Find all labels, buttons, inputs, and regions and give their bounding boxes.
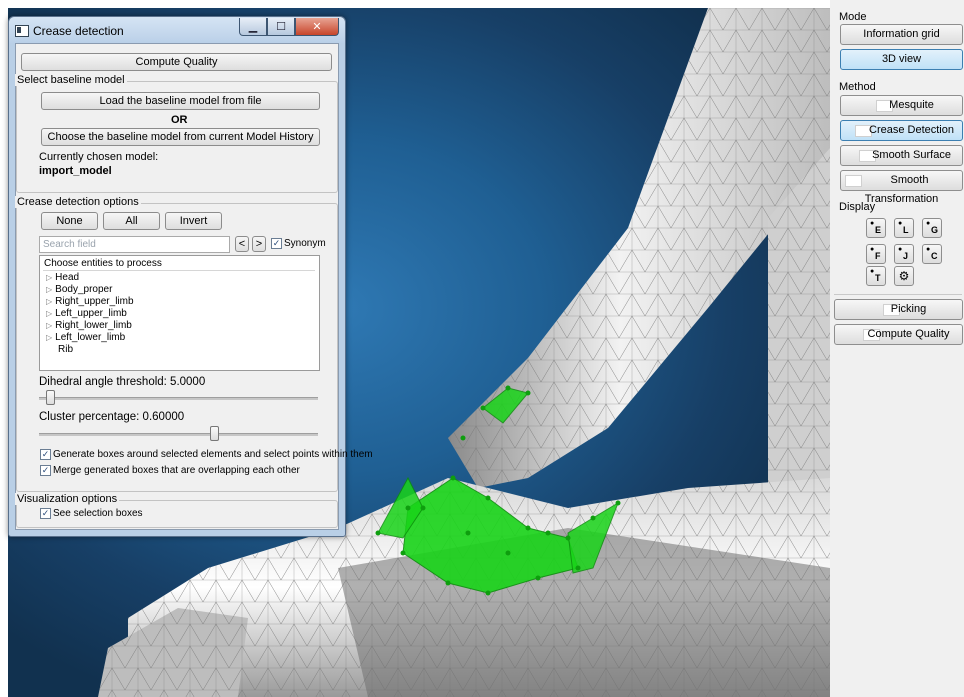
see-boxes-label: See selection boxes — [53, 508, 143, 519]
panel-divider — [834, 294, 962, 295]
expand-arrow-icon[interactable]: ▷ — [46, 309, 52, 318]
smooth-transformation-button[interactable]: Smooth Transformation — [840, 170, 963, 205]
choose-history-button[interactable]: Choose the baseline model from current M… — [41, 128, 320, 146]
compute-quality-panel-button[interactable]: Compute Quality — [834, 324, 963, 345]
display-g-button[interactable]: ● G — [922, 218, 942, 238]
see-boxes-checkbox[interactable]: ✓ — [40, 508, 51, 519]
gear-icon: ⚙ — [898, 269, 910, 283]
dialog-titlebar[interactable]: Crease detection ▁ ☐ ✕ — [9, 17, 345, 43]
mode-label: Mode — [839, 11, 867, 23]
merge-boxes-label: Merge generated boxes that are overlappi… — [53, 465, 300, 476]
window-app-icon — [15, 25, 29, 37]
tree-item-rib[interactable]: Rib — [58, 344, 73, 355]
display-label: Display — [839, 201, 876, 213]
search-next-button[interactable]: > — [252, 236, 266, 252]
options-group-title: Crease detection options — [15, 196, 141, 208]
mesquite-button[interactable]: Mesquite — [840, 95, 963, 116]
entities-tree[interactable]: Choose entities to process ▷ Head ▷ Body_p… — [39, 255, 320, 371]
display-c-button[interactable]: ● C — [922, 244, 942, 264]
visualization-group-title: Visualization options — [15, 493, 120, 505]
search-prev-button[interactable]: < — [235, 236, 249, 252]
chosen-model-label: Currently chosen model: — [39, 151, 159, 163]
smooth-surface-button[interactable]: Smooth Surface — [840, 145, 963, 166]
cluster-slider-track[interactable] — [39, 433, 318, 436]
tree-item-body-proper[interactable]: ▷ Body_proper — [46, 284, 112, 295]
select-all-button[interactable]: All — [103, 212, 160, 230]
load-baseline-button[interactable]: Load the baseline model from file — [41, 92, 320, 110]
compute-quality-button[interactable]: Compute Quality — [21, 53, 332, 71]
display-toggle-icon: ● — [898, 246, 903, 253]
invert-button[interactable]: Invert — [165, 212, 222, 230]
minimize-button[interactable]: ▁ — [239, 18, 267, 36]
display-toggle-icon: ● — [870, 220, 875, 227]
maximize-icon: ☐ — [276, 21, 286, 33]
display-toggle-icon: ● — [870, 246, 875, 253]
information-grid-button[interactable]: Information grid — [840, 24, 963, 45]
display-toggle-icon: ● — [926, 220, 931, 227]
crease-detection-button[interactable]: Crease Detection — [840, 120, 963, 141]
dihedral-slider-track[interactable] — [39, 397, 318, 400]
display-t-button[interactable]: ● T — [866, 266, 886, 286]
cluster-slider-handle[interactable] — [210, 426, 219, 441]
display-e-button[interactable]: ● E — [866, 218, 886, 238]
method-label: Method — [839, 81, 876, 93]
tree-item-right-upper-limb[interactable]: ▷ Right_upper_limb — [46, 296, 134, 307]
baseline-group-title: Select baseline model — [15, 74, 127, 86]
dihedral-slider-handle[interactable] — [46, 390, 55, 405]
or-label: OR — [171, 114, 188, 126]
expand-arrow-icon[interactable]: ▷ — [46, 333, 52, 342]
generate-boxes-checkbox[interactable]: ✓ — [40, 449, 51, 460]
synonym-checkbox[interactable]: ✓ — [271, 238, 282, 249]
display-toggle-icon: ● — [898, 220, 903, 227]
right-control-panel: Mode Information grid 3D view Method Mes… — [830, 0, 964, 697]
display-l-button[interactable]: ● L — [894, 218, 914, 238]
display-toggle-icon: ● — [870, 268, 875, 275]
expand-arrow-icon[interactable]: ▷ — [46, 297, 52, 306]
picking-button[interactable]: Picking — [834, 299, 963, 320]
expand-arrow-icon[interactable]: ▷ — [46, 273, 52, 282]
close-button[interactable]: ✕ — [295, 18, 339, 36]
tree-item-left-upper-limb[interactable]: ▷ Left_upper_limb — [46, 308, 127, 319]
generate-boxes-label: Generate boxes around selected elements … — [53, 449, 373, 460]
select-none-button[interactable]: None — [41, 212, 98, 230]
method-preview-icon — [845, 175, 862, 187]
dialog-body: Compute Quality Select baseline model Lo… — [15, 43, 373, 530]
display-j-button[interactable]: ● J — [894, 244, 914, 264]
display-toggle-icon: ● — [926, 246, 931, 253]
expand-arrow-icon[interactable]: ▷ — [46, 321, 52, 330]
display-settings-button[interactable]: ⚙ — [894, 266, 914, 286]
entities-header: Choose entities to process — [44, 258, 162, 269]
chosen-model-value: import_model — [39, 165, 112, 177]
merge-boxes-checkbox[interactable]: ✓ — [40, 465, 51, 476]
cluster-label: Cluster percentage: 0.60000 — [39, 411, 185, 423]
tree-item-right-lower-limb[interactable]: ▷ Right_lower_limb — [46, 320, 132, 331]
dialog-title: Crease detection — [33, 24, 124, 38]
minimize-icon: ▁ — [248, 21, 258, 33]
tree-item-left-lower-limb[interactable]: ▷ Left_lower_limb — [46, 332, 125, 343]
crease-detection-dialog: Crease detection ▁ ☐ ✕ Compute Quality S… — [8, 16, 373, 537]
synonym-label: Synonym — [284, 238, 326, 249]
tree-item-head[interactable]: ▷ Head — [46, 272, 79, 283]
dihedral-label: Dihedral angle threshold: 5.0000 — [39, 376, 206, 388]
3d-view-button[interactable]: 3D view — [840, 49, 963, 70]
maximize-button[interactable]: ☐ — [267, 18, 295, 36]
close-icon: ✕ — [312, 21, 322, 33]
expand-arrow-icon[interactable]: ▷ — [46, 285, 52, 294]
search-input[interactable]: Search field — [39, 236, 230, 253]
display-f-button[interactable]: ● F — [866, 244, 886, 264]
